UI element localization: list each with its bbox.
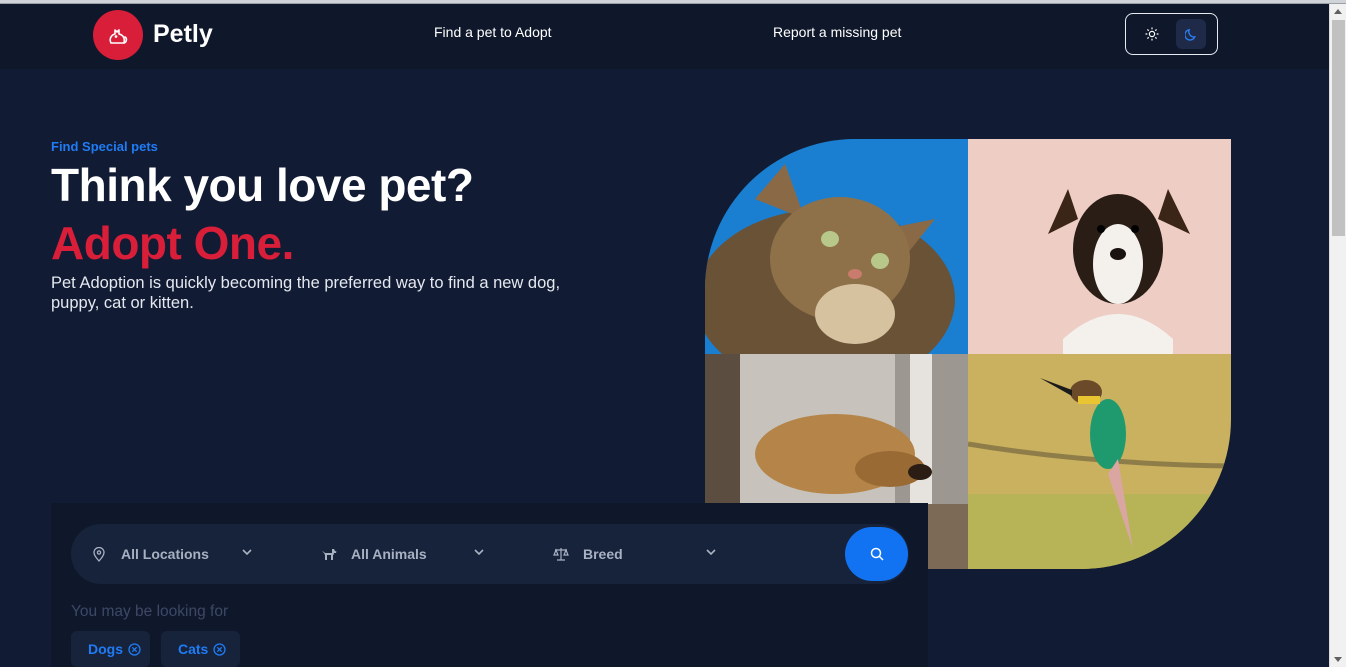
search-button[interactable] <box>845 527 908 581</box>
nav-find-pet-link[interactable]: Find a pet to Adopt <box>434 24 552 40</box>
search-icon <box>870 547 884 561</box>
scale-icon <box>553 546 569 562</box>
hero-description: Pet Adoption is quickly becoming the pre… <box>51 274 561 312</box>
suggestion-chip-dogs[interactable]: Dogs <box>71 631 150 667</box>
dark-mode-button[interactable] <box>1176 19 1207 49</box>
moon-icon <box>1184 28 1196 41</box>
dog-photo <box>968 139 1231 354</box>
cat-photo <box>705 139 968 354</box>
dog-icon <box>321 546 337 562</box>
suggestion-chip-cats[interactable]: Cats <box>161 631 240 667</box>
scrollbar-thumb[interactable] <box>1332 20 1345 236</box>
page-scrollbar[interactable] <box>1329 4 1346 667</box>
scroll-down-arrow-icon[interactable] <box>1334 657 1342 663</box>
suggestions-hint: You may be looking for <box>71 603 229 620</box>
light-mode-button[interactable] <box>1137 19 1167 49</box>
close-icon[interactable] <box>213 642 227 656</box>
location-pin-icon <box>91 546 107 562</box>
location-label: All Locations <box>121 546 209 562</box>
chip-label: Dogs <box>88 641 123 657</box>
search-bar: All Locations All Animals Breed <box>71 524 909 584</box>
breed-select[interactable]: Breed <box>553 524 723 584</box>
sun-icon <box>1145 27 1159 41</box>
scroll-up-arrow-icon[interactable] <box>1334 8 1342 14</box>
hero-headline: Think you love pet? <box>51 159 474 211</box>
brand-name[interactable]: Petly <box>153 20 213 49</box>
theme-toggle[interactable] <box>1125 13 1218 55</box>
location-select[interactable]: All Locations <box>91 524 261 584</box>
bird-photo <box>968 354 1231 569</box>
search-panel: All Locations All Animals Breed You may … <box>51 503 928 667</box>
nav-report-missing-link[interactable]: Report a missing pet <box>773 24 901 40</box>
chevron-down-icon <box>706 549 716 556</box>
close-icon[interactable] <box>128 642 141 656</box>
chip-label: Cats <box>178 641 209 657</box>
chevron-down-icon <box>474 549 484 556</box>
site-header: Petly Find a pet to Adopt Report a missi… <box>0 4 1329 69</box>
logo-icon[interactable] <box>93 10 143 60</box>
chevron-down-icon <box>242 549 252 556</box>
animal-label: All Animals <box>351 546 427 562</box>
animal-select[interactable]: All Animals <box>321 524 491 584</box>
hero-eyebrow: Find Special pets <box>51 139 158 154</box>
hero-headline-accent: Adopt One. <box>51 217 294 269</box>
breed-label: Breed <box>583 546 623 562</box>
